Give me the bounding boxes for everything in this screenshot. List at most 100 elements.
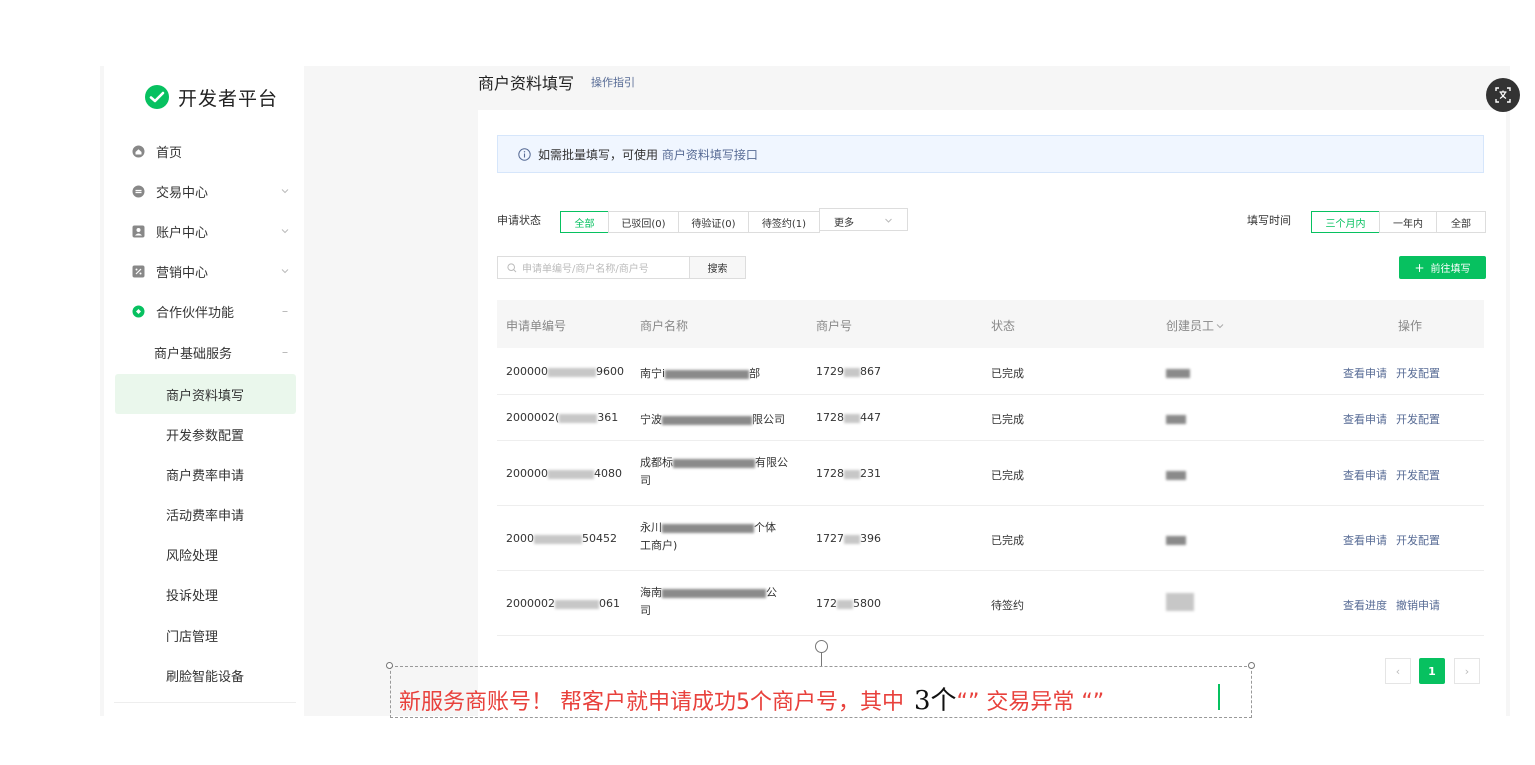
annotation-text-red-2: “” 交易异常 “” (956, 690, 1105, 715)
column-header-id: 申请单编号 (506, 319, 567, 333)
sidebar-item-account[interactable]: 账户中心 (104, 211, 304, 251)
table-row: 200000 4080 成都标 有限公司 1728 231 已完成 查看申请 开发配置 (497, 441, 1484, 506)
transaction-icon (132, 185, 145, 197)
column-header-creator[interactable]: 创建员工 (1166, 317, 1224, 334)
time-filter-one-year[interactable]: 一年内 (1379, 211, 1437, 233)
annotation-text-red: 新服务商账号！ 帮客户就申请成功5个商户号，其中 (399, 690, 904, 715)
cell-creator (1166, 468, 1186, 481)
column-header-mch-id: 商户号 (816, 319, 853, 333)
cell-id-end: 50452 (582, 532, 617, 545)
go-fill-button[interactable]: + 前往填写 (1399, 256, 1486, 279)
sidebar-group-merchant-basic[interactable]: 商户基础服务 (104, 332, 304, 372)
cancel-application-link[interactable]: 撤销申请 (1396, 599, 1440, 612)
column-header-creator-label: 创建员工 (1166, 319, 1215, 333)
status-filter-rejected[interactable]: 已驳回(0) (608, 211, 679, 233)
sidebar-item-label: 合作伙伴功能 (156, 305, 235, 321)
cell-mch-end: 231 (860, 467, 881, 480)
sidebar-item-home[interactable]: 首页 (104, 131, 304, 171)
annotation-resize-handle[interactable] (386, 662, 393, 669)
plus-icon: + (1414, 260, 1425, 275)
time-filter-three-months[interactable]: 三个月内 (1311, 211, 1380, 233)
cell-id-end: 061 (599, 597, 620, 610)
cell-id-end: 9600 (596, 365, 624, 378)
translate-icon (1495, 87, 1511, 103)
dev-config-link[interactable]: 开发配置 (1396, 367, 1440, 380)
cell-id-start: 2000 (506, 532, 534, 545)
redacted-block (559, 413, 598, 423)
annotation-rotate-handle[interactable] (815, 640, 828, 653)
go-fill-label: 前往填写 (1430, 264, 1471, 275)
sidebar-item-partner[interactable]: 合作伙伴功能 (104, 291, 304, 331)
view-application-link[interactable]: 查看申请 (1343, 534, 1387, 547)
translate-button[interactable] (1486, 78, 1520, 112)
redacted-block (665, 369, 750, 379)
cell-creator (1166, 593, 1194, 611)
time-filter-all[interactable]: 全部 (1436, 211, 1486, 233)
cell-mch-end: 5800 (853, 597, 881, 610)
annotation-resize-handle[interactable] (1248, 662, 1255, 669)
redacted-block (1166, 368, 1190, 378)
redacted-block (548, 469, 594, 479)
sidebar-sub-item-face-device[interactable]: 刷脸智能设备 (104, 655, 304, 695)
status-filter-pending-verify[interactable]: 待验证(0) (678, 211, 749, 233)
search-button[interactable]: 搜索 (689, 256, 746, 279)
sidebar-sub-item-dev-params[interactable]: 开发参数配置 (104, 414, 304, 454)
sidebar-item-transaction[interactable]: 交易中心 (104, 171, 304, 211)
dev-config-link[interactable]: 开发配置 (1396, 534, 1440, 547)
gutter (304, 66, 460, 716)
more-status-select[interactable]: 更多 (819, 208, 908, 231)
pagination-page-1[interactable]: 1 (1419, 658, 1445, 684)
annotation-text[interactable]: 新服务商账号！ 帮客户就申请成功5个商户号，其中 3个“” 交易异常 “” (399, 680, 1104, 717)
dev-config-link[interactable]: 开发配置 (1396, 413, 1440, 426)
cell-application-id: 200000 9600 (506, 365, 624, 378)
pagination-next-button[interactable]: › (1454, 658, 1480, 684)
notice-text: 如需批量填写，可使用 商户资料填写接口 (538, 146, 758, 163)
redacted-block (844, 534, 860, 544)
cell-name-end: 限公司 (752, 413, 785, 426)
sidebar-sub-item-label: 刷脸智能设备 (166, 669, 245, 685)
chevron-down-icon (281, 189, 289, 194)
sidebar-sub-item-activity-fee[interactable]: 活动费率申请 (104, 494, 304, 534)
cell-name-cont: 司 (640, 604, 651, 617)
logo[interactable]: 开发者平台 (144, 82, 278, 112)
sidebar-item-label: 首页 (156, 145, 183, 161)
redacted-block (662, 588, 766, 598)
sidebar-sub-item-merchant-info[interactable]: 商户资料填写 (115, 374, 296, 414)
pagination-prev-button[interactable]: ‹ (1385, 658, 1411, 684)
search-input[interactable]: 申请单编号/商户名称/商户号 (497, 256, 690, 279)
view-application-link[interactable]: 查看申请 (1343, 367, 1387, 380)
partner-icon (132, 305, 145, 317)
sidebar: 开发者平台 首页 交易中心 账户中心 营销中心 合作伙伴功能 商户基础服务 商户… (104, 66, 304, 716)
view-application-link[interactable]: 查看申请 (1343, 413, 1387, 426)
cell-name-end: 个体 (754, 521, 776, 534)
sidebar-item-marketing[interactable]: 营销中心 (104, 251, 304, 291)
cell-status: 待签约 (991, 599, 1024, 612)
sidebar-sub-item-risk[interactable]: 风险处理 (104, 534, 304, 574)
cell-creator (1166, 533, 1186, 546)
search-icon (507, 262, 517, 272)
redacted-block (837, 599, 853, 609)
cell-ops: 查看申请 开发配置 (1343, 365, 1440, 381)
redacted-block (673, 458, 755, 468)
status-filter-all[interactable]: 全部 (560, 211, 609, 233)
notice-banner: 如需批量填写，可使用 商户资料填写接口 (497, 135, 1484, 173)
dev-config-link[interactable]: 开发配置 (1396, 469, 1440, 482)
sidebar-sub-item-label: 风险处理 (166, 548, 219, 564)
cell-merchant-id: 1728 231 (816, 467, 881, 480)
view-application-link[interactable]: 查看申请 (1343, 469, 1387, 482)
cell-ops: 查看申请 开发配置 (1343, 532, 1440, 548)
sidebar-sub-item-store[interactable]: 门店管理 (104, 615, 304, 655)
redacted-block (1166, 535, 1186, 545)
sidebar-sub-item-fee-apply[interactable]: 商户费率申请 (104, 454, 304, 494)
cell-id-start: 2000002 (506, 597, 555, 610)
status-filter-pending-sign[interactable]: 待签约(1) (748, 211, 820, 233)
cell-name-start: 南宁i (640, 367, 666, 380)
notice-link[interactable]: 商户资料填写接口 (662, 148, 758, 162)
sidebar-sub-item-complaint[interactable]: 投诉处理 (104, 574, 304, 614)
chevron-down-icon (1216, 324, 1224, 329)
cell-merchant-name: 南宁i 部 (640, 365, 760, 381)
guide-link[interactable]: 操作指引 (591, 74, 635, 90)
cell-ops: 查看申请 开发配置 (1343, 467, 1440, 483)
cell-mch-start: 1729 (816, 365, 844, 378)
view-progress-link[interactable]: 查看进度 (1343, 599, 1387, 612)
